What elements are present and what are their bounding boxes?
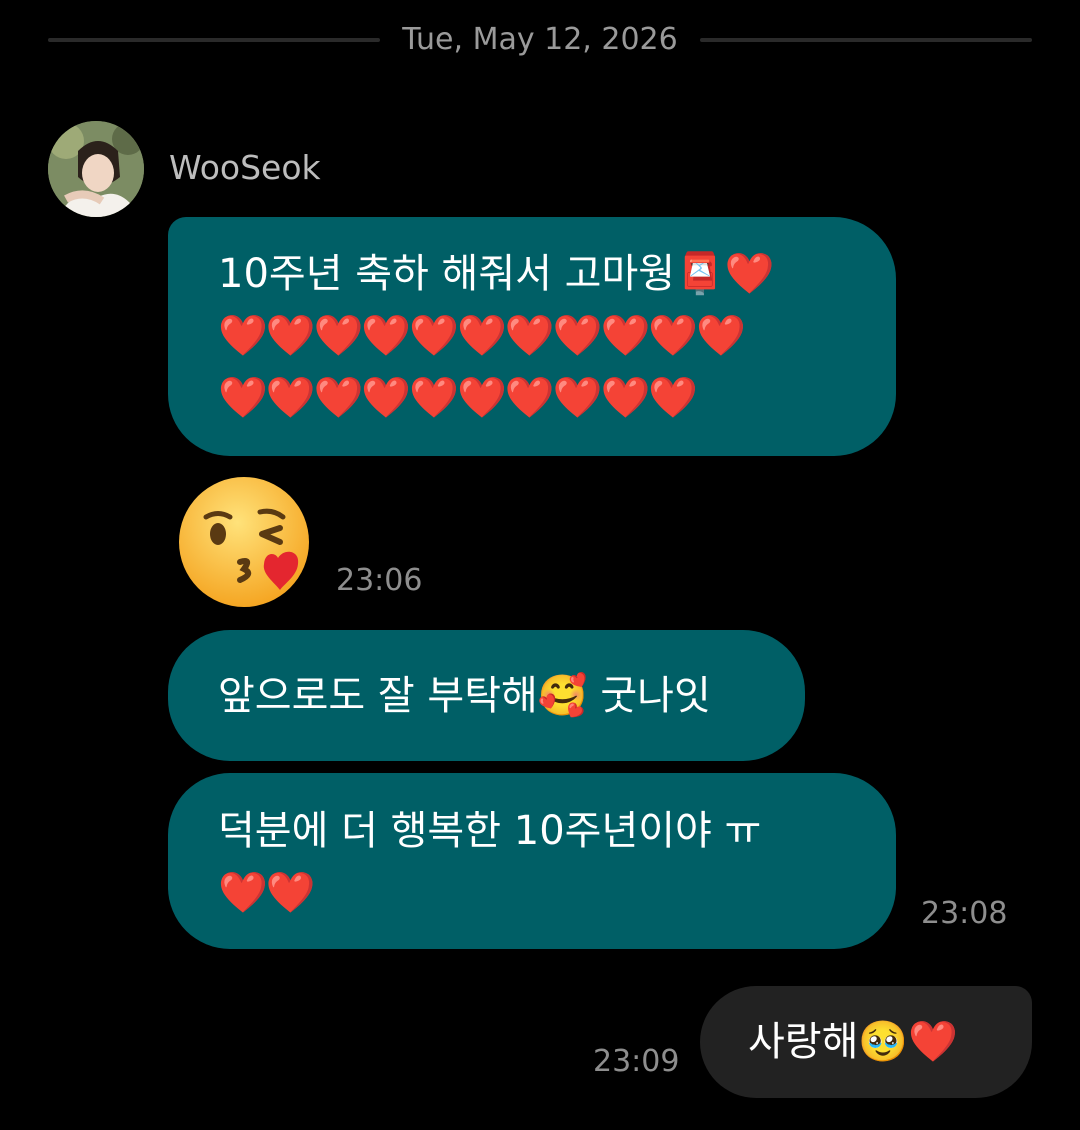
message-line: ❤️❤️❤️❤️❤️❤️❤️❤️❤️❤️ — [218, 375, 698, 421]
sender-avatar[interactable] — [48, 121, 144, 217]
message-line: 덕분에 더 행복한 10주년이야 ㅠ — [218, 808, 762, 854]
divider-line-right — [700, 38, 1032, 42]
message-line: ❤️❤️❤️❤️❤️❤️❤️❤️❤️❤️❤️ — [218, 313, 746, 359]
my-message-bubble[interactable]: 사랑해🥹❤️ — [700, 986, 1032, 1098]
my-message-time: 23:09 — [593, 1044, 680, 1079]
kissing-face-icon — [179, 477, 309, 607]
sender-name: WooSeok — [169, 148, 321, 187]
message-time: 23:06 — [336, 563, 423, 598]
message-time: 23:08 — [921, 896, 1008, 931]
message-bubble[interactable]: 앞으로도 잘 부탁해🥰 굿나잇 — [168, 630, 805, 761]
message-bubble[interactable]: 10주년 축하 해줘서 고마웡📮❤️ ❤️❤️❤️❤️❤️❤️❤️❤️❤️❤️❤… — [168, 217, 896, 456]
date-divider: Tue, May 12, 2026 — [48, 18, 1032, 62]
avatar-photo-icon — [48, 121, 144, 217]
message-bubble[interactable]: 덕분에 더 행복한 10주년이야 ㅠ ❤️❤️ — [168, 773, 896, 949]
my-message-text: 사랑해🥹❤️ — [748, 1019, 959, 1065]
message-line: ❤️❤️ — [218, 870, 316, 916]
message-line: 10주년 축하 해줘서 고마웡📮❤️ — [218, 251, 775, 297]
kissing-face-sticker[interactable] — [176, 472, 316, 612]
message-line: 앞으로도 잘 부탁해🥰 굿나잇 — [218, 673, 711, 719]
